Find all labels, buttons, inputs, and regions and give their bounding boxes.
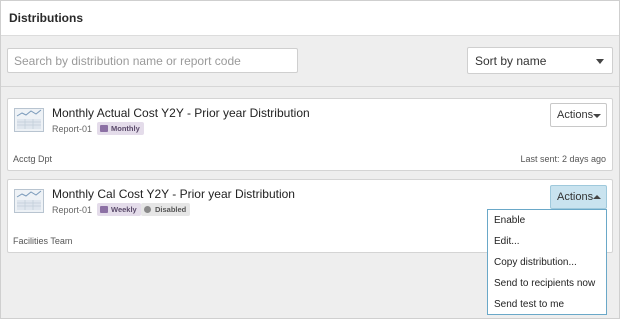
chevron-down-icon	[596, 59, 604, 64]
page-title: Distributions	[9, 11, 83, 25]
menu-item-send-to-recipients[interactable]: Send to recipients now	[488, 274, 606, 294]
menu-item-copy-distribution[interactable]: Copy distribution...	[488, 253, 606, 273]
menu-item-edit[interactable]: Edit...	[488, 232, 606, 252]
panel-header: Distributions	[1, 1, 619, 36]
actions-menu: Enable Edit... Copy distribution... Send…	[487, 209, 607, 315]
search-input[interactable]	[7, 48, 298, 73]
frequency-badge: Weekly	[97, 203, 141, 216]
actions-label: Actions	[557, 191, 594, 203]
distribution-card[interactable]: Monthly Actual Cost Y2Y - Prior year Dis…	[7, 98, 613, 171]
status-badge: Disabled	[141, 203, 191, 216]
report-icon	[14, 108, 44, 132]
toolbar: Sort by name	[1, 37, 619, 87]
actions-button[interactable]: Actions	[550, 103, 607, 127]
report-code: Report-01	[52, 124, 93, 134]
report-icon	[14, 189, 44, 213]
menu-item-enable[interactable]: Enable	[488, 211, 606, 231]
distributions-panel: Distributions Sort by name Monthly Actua…	[0, 0, 620, 319]
caret-up-icon	[593, 195, 601, 199]
sort-value: Sort by name	[475, 54, 547, 68]
distribution-title: Monthly Cal Cost Y2Y - Prior year Distri…	[52, 187, 295, 201]
sort-dropdown[interactable]: Sort by name	[467, 47, 613, 74]
owner-label: Facilities Team	[13, 236, 73, 246]
actions-label: Actions	[557, 109, 594, 121]
owner-label: Acctg Dpt	[13, 154, 53, 164]
actions-button[interactable]: Actions	[550, 185, 607, 209]
report-code: Report-01	[52, 205, 93, 215]
distribution-title: Monthly Actual Cost Y2Y - Prior year Dis…	[52, 106, 310, 120]
frequency-badge: Monthly	[97, 122, 144, 135]
last-sent-label: Last sent: 2 days ago	[520, 154, 606, 164]
menu-item-send-test[interactable]: Send test to me	[488, 295, 606, 315]
caret-down-icon	[593, 114, 601, 118]
